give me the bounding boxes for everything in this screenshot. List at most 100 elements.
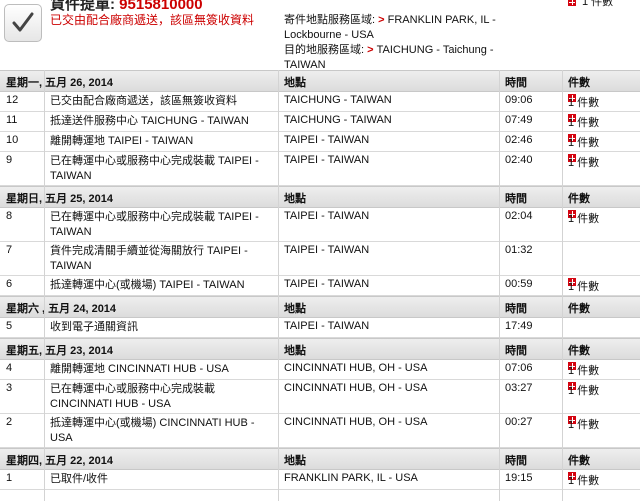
event-number: 10 (6, 134, 19, 146)
day-header: 星期日, 五月 25, 2014 地點 時間 件數 (0, 186, 640, 208)
column-header-time: 時間 (505, 455, 527, 467)
event-time: 02:46 (505, 134, 533, 146)
summary-pieces[interactable]: 1 件數 (568, 0, 613, 9)
destination-label: 目的地服務區域: (284, 44, 365, 56)
event-description: 已在轉運中心或服務中心完成裝載 CINCINNATI HUB - USA (50, 383, 215, 410)
table-row: 8 已在轉運中心或服務中心完成裝載 TAIPEI - TAIWAN TAIPEI -… (0, 208, 640, 242)
event-location: TAIPEI - TAIWAN (284, 278, 370, 290)
table-row: 4 離開轉運地 CINCINNATI HUB - USA CINCINNATI HU… (0, 360, 640, 380)
event-location: CINCINNATI HUB, OH - USA (284, 416, 428, 428)
table-row: 7 貨件完成清關手續並從海關放行 TAIPEI - TAIWAN TAIPEI - … (0, 242, 640, 276)
destination-line: 目的地服務區域: > TAICHUNG - Taichung - TAIWAN (284, 43, 534, 73)
table-row: 5 收到電子通關資訊 TAIPEI - TAIWAN 17:49 (0, 318, 640, 338)
table-row: 10 離開轉運地 TAIPEI - TAIWAN TAIPEI - TAIWAN 02… (0, 132, 640, 152)
event-time: 17:49 (505, 320, 533, 332)
column-header-pieces: 件數 (568, 455, 590, 467)
day-header: 星期六 , 五月 24, 2014 地點 時間 件數 (0, 296, 640, 318)
delivery-status-text: 已交由配合廠商遞送，該區無簽收資料 (50, 13, 255, 27)
event-description: 已取件/收件 (50, 473, 109, 485)
event-pieces-text: 1 件數 (568, 157, 600, 169)
event-pieces-text: 1 件數 (568, 97, 600, 109)
event-time: 03:27 (505, 382, 533, 394)
summary-pieces-text: 1 件數 (582, 0, 614, 8)
column-divider (562, 70, 563, 501)
event-number: 4 (6, 362, 13, 374)
event-description: 貨件完成清關手續並從海關放行 TAIPEI - TAIWAN (50, 245, 248, 272)
event-location: TAICHUNG - TAIWAN (284, 114, 392, 126)
origin-label: 寄件地點服務區域: (284, 14, 376, 26)
event-time: 01:32 (505, 244, 533, 256)
event-pieces-text: 1 件數 (568, 213, 600, 225)
destination-arrow: > (367, 44, 374, 56)
event-number: 7 (6, 244, 13, 256)
table-row: 12 已交由配合廠商遞送，該區無簽收資料 TAICHUNG - TAIWAN 09:0… (0, 92, 640, 112)
table-row: 1 已取件/收件 FRANKLIN PARK, IL - USA 19:15 1 件數 (0, 470, 640, 490)
event-time: 00:27 (505, 416, 533, 428)
event-description: 抵達轉運中心(或機場) TAIPEI - TAIWAN (50, 279, 245, 291)
column-header-location: 地點 (284, 303, 306, 315)
event-time: 09:06 (505, 94, 533, 106)
event-description: 抵達轉運中心(或機場) CINCINNATI HUB - USA (50, 417, 255, 444)
column-header-location: 地點 (284, 193, 306, 205)
event-number: 9 (6, 154, 13, 166)
day-date: 星期四, 五月 22, 2014 (6, 455, 113, 467)
column-header-location: 地點 (284, 345, 306, 357)
event-description: 離開轉運地 TAIPEI - TAIWAN (50, 135, 194, 147)
event-number: 1 (6, 472, 13, 484)
event-description: 收到電子通關資訊 (50, 321, 138, 333)
event-location: TAIPEI - TAIWAN (284, 134, 370, 146)
event-number: 11 (6, 114, 18, 126)
column-divider (499, 70, 500, 501)
table-row: 3 已在轉運中心或服務中心完成裝載 CINCINNATI HUB - USA CIN… (0, 380, 640, 414)
column-header-pieces: 件數 (568, 303, 590, 315)
column-header-location: 地點 (284, 455, 306, 467)
event-time: 02:04 (505, 210, 533, 222)
event-number: 5 (6, 320, 13, 332)
column-header-time: 時間 (505, 345, 527, 357)
origin-line: 寄件地點服務區域: > FRANKLIN PARK, IL - Lockbour… (284, 13, 534, 43)
day-date: 星期一, 五月 26, 2014 (6, 77, 113, 89)
column-header-time: 時間 (505, 77, 527, 89)
origin-arrow: > (378, 14, 385, 26)
event-time: 07:49 (505, 114, 533, 126)
event-pieces-text: 1 件數 (568, 281, 600, 293)
day-header: 星期四, 五月 22, 2014 地點 時間 件數 (0, 448, 640, 470)
column-divider (278, 70, 279, 501)
event-location: TAIPEI - TAIWAN (284, 210, 370, 222)
event-pieces-text: 1 件數 (568, 117, 600, 129)
event-number: 6 (6, 278, 13, 290)
clipped-top-line (284, 0, 534, 13)
shipment-summary: 貨件提單: 9515810000 已交由配合廠商遞送，該區無簽收資料 寄件地點服… (0, 0, 640, 73)
table-row: 9 已在轉運中心或服務中心完成裝載 TAIPEI - TAIWAN TAIPEI -… (0, 152, 640, 186)
event-time: 02:40 (505, 154, 533, 166)
column-header-pieces: 件數 (568, 345, 590, 357)
table-row: 11 抵達送件服務中心 TAICHUNG - TAIWAN TAICHUNG - T… (0, 112, 640, 132)
table-row: 2 抵達轉運中心(或機場) CINCINNATI HUB - USA CINCINN… (0, 414, 640, 448)
event-location: TAIPEI - TAIWAN (284, 320, 370, 332)
event-location: TAIPEI - TAIWAN (284, 154, 370, 166)
event-pieces-text: 1 件數 (568, 385, 600, 397)
event-pieces-text: 1 件數 (568, 419, 600, 431)
event-description: 離開轉運地 CINCINNATI HUB - USA (50, 363, 229, 375)
delivered-check-icon (4, 4, 42, 42)
day-header: 星期一, 五月 26, 2014 地點 時間 件數 (0, 70, 640, 92)
column-header-location: 地點 (284, 77, 306, 89)
day-date: 星期五, 五月 23, 2014 (6, 345, 113, 357)
column-header-pieces: 件數 (568, 77, 590, 89)
event-time: 19:15 (505, 472, 533, 484)
day-date: 星期六 , 五月 24, 2014 (6, 303, 117, 315)
event-description: 已在轉運中心或服務中心完成裝載 TAIPEI - TAIWAN (50, 155, 259, 182)
event-time: 00:59 (505, 278, 533, 290)
column-divider (44, 70, 45, 501)
event-location: CINCINNATI HUB, OH - USA (284, 362, 428, 374)
event-location: FRANKLIN PARK, IL - USA (284, 472, 418, 484)
event-number: 12 (6, 94, 19, 106)
expand-plus-icon[interactable] (568, 0, 576, 7)
event-location: TAICHUNG - TAIWAN (284, 94, 392, 106)
event-location: CINCINNATI HUB, OH - USA (284, 382, 428, 394)
column-header-time: 時間 (505, 303, 527, 315)
event-description: 抵達送件服務中心 TAICHUNG - TAIWAN (50, 115, 249, 127)
event-time: 07:06 (505, 362, 533, 374)
service-area-info: 寄件地點服務區域: > FRANKLIN PARK, IL - Lockbour… (284, 0, 534, 73)
event-description: 已交由配合廠商遞送，該區無簽收資料 (50, 95, 237, 107)
